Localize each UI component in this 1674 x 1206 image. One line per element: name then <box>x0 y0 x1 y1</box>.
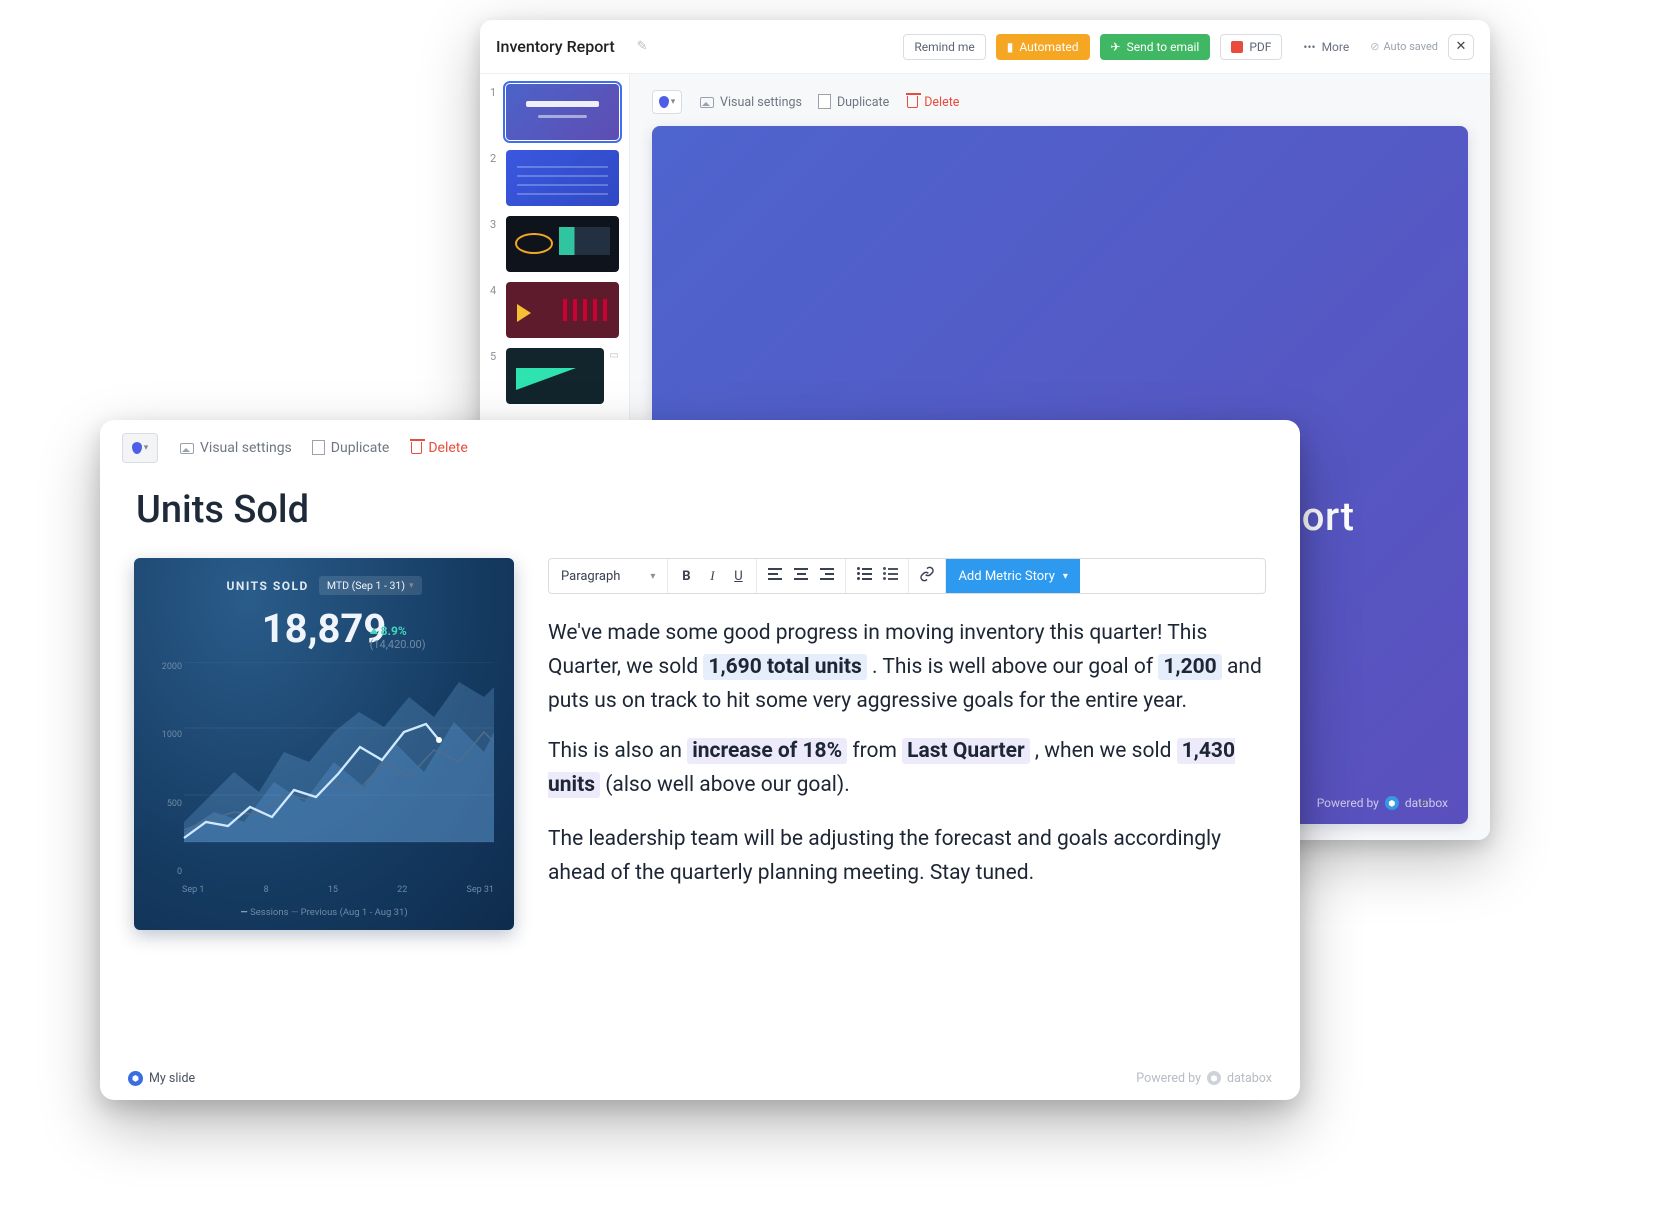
metric-pill[interactable]: 1,200 <box>1158 654 1221 680</box>
send-to-email-button[interactable]: ✈Send to email <box>1100 34 1211 60</box>
slide-name[interactable]: ⬢My slide <box>128 1071 195 1086</box>
chevron-down-icon: ▾ <box>409 581 414 591</box>
align-center-button[interactable] <box>793 568 809 584</box>
check-icon: ⊘ <box>1370 40 1379 53</box>
flash-icon: ▮ <box>1007 40 1014 54</box>
send-icon: ✈ <box>1111 40 1121 54</box>
thumb-row-3[interactable]: 3 <box>490 216 619 272</box>
slide-toolbar-back: ▾ Visual settings Duplicate Delete <box>652 90 1468 114</box>
metric-pill[interactable]: Last Quarter <box>902 738 1030 764</box>
duplicate-icon <box>314 442 325 455</box>
date-range-selector[interactable]: MTD (Sep 1 - 31)▾ <box>319 576 422 595</box>
thumb-row-4[interactable]: 4 <box>490 282 619 338</box>
pdf-icon <box>1231 41 1243 53</box>
theme-picker[interactable]: ▾ <box>652 90 682 114</box>
drop-icon <box>659 96 669 108</box>
slide-thumb-3[interactable] <box>506 216 619 272</box>
chart-title: UNITS SOLD <box>226 579 308 593</box>
section-title[interactable]: Units Sold <box>136 488 1266 532</box>
chart-svg <box>154 662 494 862</box>
slide-editor-window: ▾ Visual settings Duplicate Delete Units… <box>100 420 1300 1100</box>
metric-pill[interactable]: 1,690 total units <box>703 654 866 680</box>
delete-button[interactable]: Delete <box>907 95 959 110</box>
truncated-tail: s. <box>1420 795 1430 810</box>
slide-board-icon: ▭ <box>610 350 619 361</box>
x-axis-ticks: Sep 1 8 15 22 Sep 31 <box>182 885 494 895</box>
delete-button-front[interactable]: Delete <box>411 440 467 456</box>
underline-button[interactable]: U <box>730 569 746 584</box>
chevron-down-icon: ▾ <box>671 97 676 107</box>
slide-thumb-1[interactable] <box>506 84 619 140</box>
bold-button[interactable]: B <box>678 569 694 584</box>
more-button[interactable]: ••• More <box>1292 34 1360 60</box>
link-button[interactable] <box>919 566 935 586</box>
visual-settings-button-front[interactable]: Visual settings <box>180 440 292 456</box>
chevron-down-icon: ▾ <box>1063 571 1068 582</box>
align-left-button[interactable] <box>767 568 783 584</box>
close-button[interactable]: ✕ <box>1448 34 1474 60</box>
italic-button[interactable]: I <box>704 568 720 584</box>
pdf-button[interactable]: PDF <box>1220 34 1282 60</box>
chart-big-number: 18,879 <box>154 605 494 652</box>
edit-title-icon[interactable]: ✎ <box>637 39 648 54</box>
automated-button[interactable]: ▮Automated <box>996 34 1090 60</box>
story-column: Paragraph▾ B I U <box>548 558 1266 930</box>
thumb-row-1[interactable]: 1 <box>490 84 619 140</box>
paragraph-style-select[interactable]: Paragraph▾ <box>549 559 668 593</box>
link-icon <box>919 566 935 582</box>
numbered-list-button[interactable] <box>882 568 898 584</box>
document-title: Inventory Report <box>496 37 615 56</box>
databox-icon: ⬢ <box>1385 796 1399 810</box>
story-paragraph-1[interactable]: We've made some good progress in moving … <box>548 616 1266 718</box>
trash-icon <box>411 442 422 454</box>
chevron-down-icon: ▾ <box>144 443 149 453</box>
theme-picker-front[interactable]: ▾ <box>122 433 158 463</box>
footer-powered-by: Powered by ⬢ databox <box>1136 1071 1272 1086</box>
metric-pill[interactable]: increase of 18% <box>687 738 847 764</box>
chart-plot: 2000 1000 500 0 <box>154 662 494 903</box>
units-sold-chart-card[interactable]: UNITS SOLD MTD (Sep 1 - 31)▾ 18,879 8.9%… <box>134 558 514 930</box>
editor-two-col: UNITS SOLD MTD (Sep 1 - 31)▾ 18,879 8.9%… <box>134 558 1266 930</box>
richtext-toolbar: Paragraph▾ B I U <box>548 558 1266 594</box>
slide-thumb-2[interactable] <box>506 150 619 206</box>
slide-icon: ⬢ <box>128 1071 143 1086</box>
duplicate-button[interactable]: Duplicate <box>820 95 889 110</box>
story-text-area[interactable]: We've made some good progress in moving … <box>548 616 1266 910</box>
editor-footer: ⬢My slide Powered by ⬢ databox <box>100 1056 1300 1100</box>
visual-settings-button[interactable]: Visual settings <box>700 95 802 110</box>
up-arrow-icon <box>370 628 378 634</box>
image-icon <box>180 443 194 454</box>
align-right-button[interactable] <box>819 568 835 584</box>
slide-toolbar-front: ▾ Visual settings Duplicate Delete <box>100 420 1300 476</box>
builder-toolbar: Inventory Report ✎ Remind me ▮Automated … <box>480 20 1490 74</box>
story-paragraph-2[interactable]: This is also an increase of 18% from Las… <box>548 734 1266 802</box>
autosave-status: ⊘Auto saved <box>1370 40 1438 53</box>
add-metric-story-button[interactable]: Add Metric Story▾ <box>946 559 1079 593</box>
bullet-list-button[interactable] <box>856 568 872 584</box>
remind-me-button[interactable]: Remind me <box>903 34 985 60</box>
trash-icon <box>907 96 918 108</box>
chart-legend: Sessions Previous (Aug 1 - Aug 31) <box>154 907 494 918</box>
thumb-row-2[interactable]: 2 <box>490 150 619 206</box>
duplicate-button-front[interactable]: Duplicate <box>314 440 390 456</box>
thumb-row-5[interactable]: 5▭ <box>490 348 619 404</box>
editor-body: Units Sold UNITS SOLD MTD (Sep 1 - 31)▾ … <box>100 476 1300 1056</box>
slide-thumb-5[interactable] <box>506 348 604 404</box>
drop-icon <box>132 442 142 454</box>
duplicate-icon <box>820 96 831 109</box>
chevron-down-icon: ▾ <box>650 571 655 582</box>
databox-icon: ⬢ <box>1207 1071 1221 1085</box>
story-paragraph-3[interactable]: The leadership team will be adjusting th… <box>548 822 1266 890</box>
image-icon <box>700 97 714 108</box>
chart-delta: 8.9% (14,420.00) <box>370 624 426 651</box>
slide-thumb-4[interactable] <box>506 282 619 338</box>
